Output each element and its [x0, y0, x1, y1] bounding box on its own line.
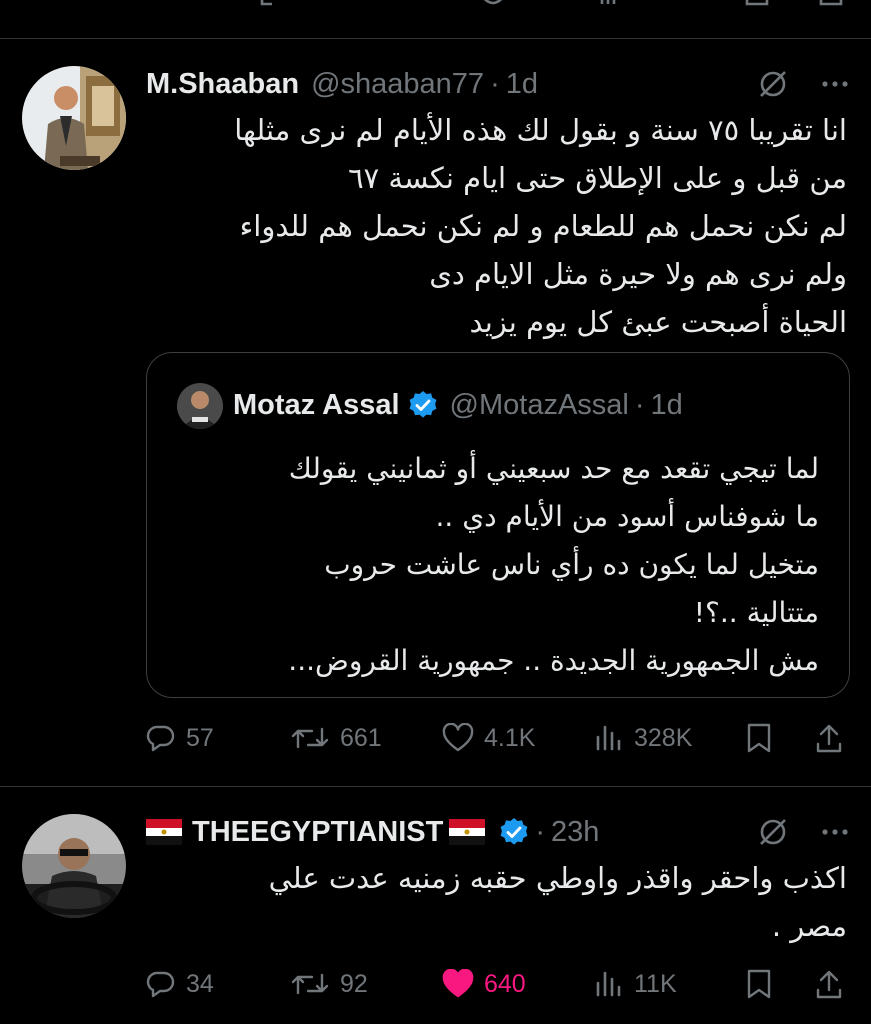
quote-avatar[interactable] [177, 383, 223, 429]
header-actions [757, 812, 851, 852]
repost-button[interactable]: 661 [290, 718, 382, 758]
more-icon[interactable] [819, 68, 851, 100]
views-button[interactable]: 328K [594, 718, 692, 758]
repost-count: 661 [340, 723, 382, 752]
header-actions [757, 64, 851, 104]
bookmark-icon [747, 969, 771, 999]
author-name[interactable]: THEEGYPTIANIST [192, 816, 443, 849]
tweet-actions: 34 92 640 11K [146, 964, 843, 1004]
views-icon [596, 725, 621, 751]
previous-tweet-actions [0, 0, 871, 20]
repost-count: 92 [340, 969, 368, 998]
grok-icon[interactable] [757, 816, 789, 848]
like-icon [442, 969, 474, 998]
views-button[interactable]: 11K [594, 964, 677, 1004]
like-icon [442, 723, 474, 752]
views-count: 328K [634, 723, 693, 752]
repost-icon [291, 973, 329, 995]
bookmark-icon [747, 723, 771, 753]
egypt-flag-icon [449, 819, 486, 845]
reply-count: 34 [186, 969, 214, 998]
quote-author-handle[interactable]: @MotazAssal [450, 389, 629, 422]
more-icon[interactable] [819, 816, 851, 848]
quote-timestamp[interactable]: 1d [651, 389, 683, 422]
tweet-text: انا تقريبا ٧٥ سنة و بقول لك هذه الأيام ل… [234, 113, 847, 339]
repost-icon [291, 727, 329, 749]
separator-dot: · [535, 815, 546, 848]
share-icon [816, 724, 842, 753]
tweet-shaaban[interactable]: M.Shaaban @shaaban77 · 1d انا تقريبا ٧٥ … [0, 38, 871, 786]
like-count: 640 [484, 969, 526, 998]
views-icon[interactable] [598, 0, 624, 12]
reply-icon [146, 971, 175, 998]
author-name[interactable]: M.Shaaban [146, 68, 299, 101]
reply-count: 57 [186, 723, 214, 752]
tweet-text: اكذب واحقر واقذر واوطي حقبه زمنيه عدت عل… [268, 861, 847, 943]
reply-icon [146, 725, 175, 752]
reply-button[interactable]: 34 [146, 964, 214, 1004]
like-count: 4.1K [484, 723, 536, 752]
verified-icon [409, 391, 436, 418]
separator-dot: · [634, 388, 645, 421]
repost-button[interactable]: 92 [290, 964, 368, 1004]
quote-author-name[interactable]: Motaz Assal [233, 389, 400, 422]
views-icon [596, 971, 621, 997]
tweet-theegyptianist[interactable]: THEEGYPTIANIST · 23h اكذب واحقر واقذر وا… [0, 786, 871, 1024]
share-button[interactable] [814, 964, 844, 1004]
repost-icon[interactable] [258, 0, 284, 12]
like-button[interactable]: 4.1K [442, 718, 535, 758]
egypt-flag-icon [146, 819, 182, 845]
avatar[interactable] [22, 814, 126, 918]
quote-header: Motaz Assal @MotazAssal · 1d [233, 385, 683, 425]
timestamp[interactable]: 1d [506, 68, 538, 101]
share-button[interactable] [814, 718, 844, 758]
grok-icon[interactable] [757, 68, 789, 100]
like-button[interactable]: 640 [442, 964, 526, 1004]
share-icon[interactable] [818, 0, 844, 12]
views-count: 11K [634, 969, 677, 998]
tweet-header: THEEGYPTIANIST · 23h [146, 812, 851, 852]
tweet-header: M.Shaaban @shaaban77 · 1d [146, 64, 851, 104]
tweet-actions: 57 661 4.1K 328K [146, 718, 843, 758]
bookmark-button[interactable] [744, 964, 774, 1004]
bookmark-button[interactable] [744, 718, 774, 758]
author-handle[interactable]: @shaaban77 [311, 68, 484, 101]
like-icon[interactable] [480, 0, 506, 12]
bookmark-icon[interactable] [744, 0, 770, 12]
share-icon [816, 970, 842, 999]
quote-text: لما تيجي تقعد مع حد سبعيني أو ثمانيني يق… [288, 452, 819, 677]
avatar[interactable] [22, 66, 126, 170]
quoted-tweet[interactable]: Motaz Assal @MotazAssal · 1d لما تيجي تق… [146, 352, 850, 698]
reply-button[interactable]: 57 [146, 718, 214, 758]
timestamp[interactable]: 23h [551, 816, 599, 849]
verified-icon [500, 818, 528, 845]
separator-dot: · [490, 67, 500, 100]
